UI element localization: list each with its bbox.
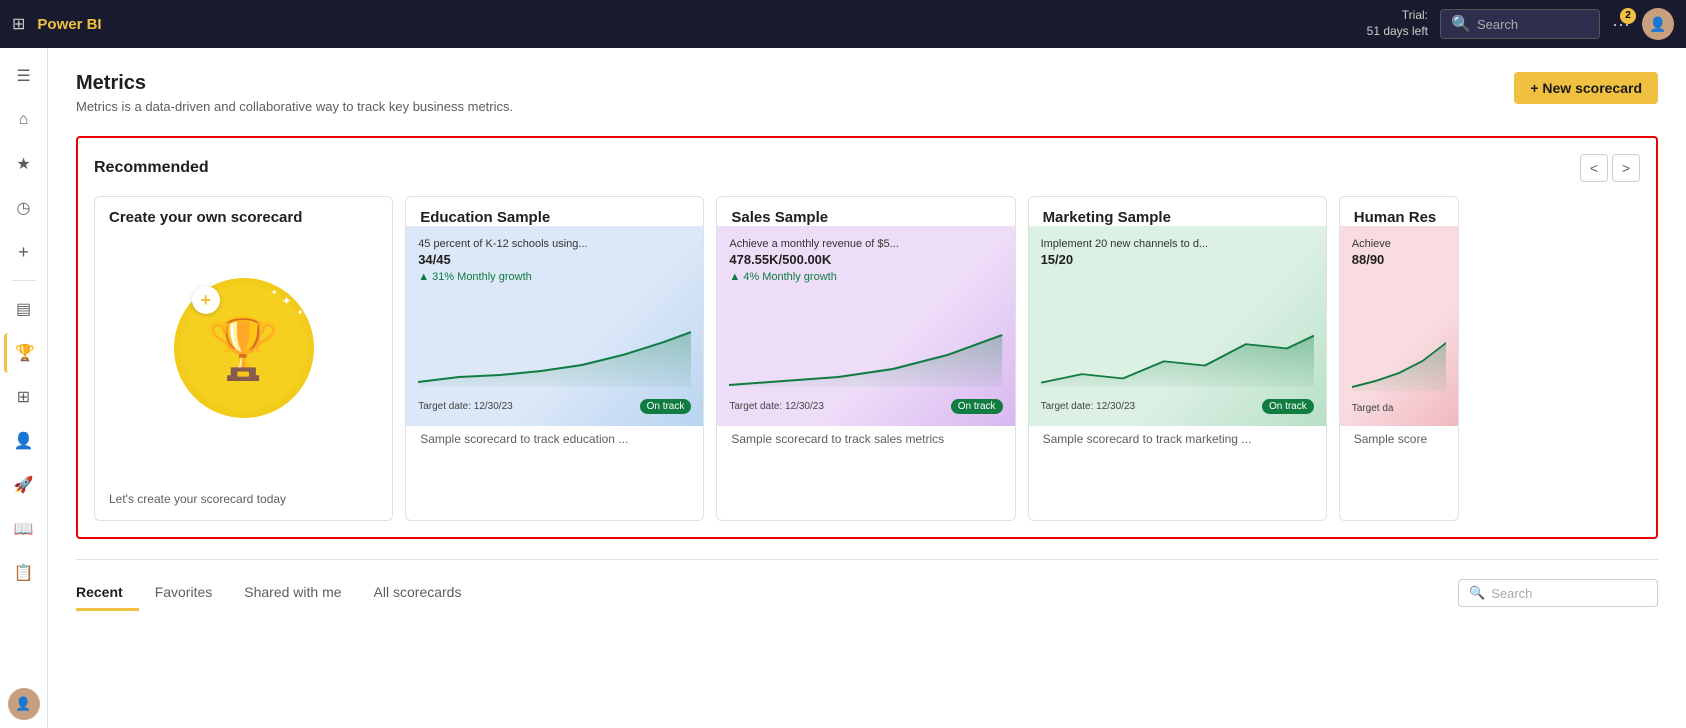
bottom-search-input[interactable] bbox=[1491, 586, 1647, 601]
topbar: ⊞ Power BI Trial: 51 days left 🔍 ··· 2 👤 bbox=[0, 0, 1686, 48]
hr-card-title: Human Res bbox=[1340, 197, 1458, 226]
hr-sample-card[interactable]: Human Res Achieve 88/90 bbox=[1339, 196, 1459, 521]
sales-card-footer: Target date: 12/30/23 On track bbox=[729, 399, 1002, 414]
education-metric-label: 45 percent of K-12 schools using... bbox=[418, 238, 691, 250]
tab-recent[interactable]: Recent bbox=[76, 576, 139, 611]
page-header: Metrics Metrics is a data-driven and col… bbox=[76, 72, 1658, 130]
marketing-metric-label: Implement 20 new channels to d... bbox=[1041, 238, 1314, 250]
education-metric-growth: ▲ 31% Monthly growth bbox=[418, 271, 691, 283]
tab-shared[interactable]: Shared with me bbox=[228, 576, 357, 611]
sidebar-item-favorites[interactable]: ★ bbox=[4, 144, 44, 184]
sparkle-icon-2: ✦ bbox=[297, 308, 304, 317]
sparkle-icon-1: ✦ bbox=[282, 294, 292, 308]
sidebar-item-metrics[interactable]: 🏆 bbox=[4, 333, 44, 373]
hr-metric-label: Achieve bbox=[1352, 238, 1446, 250]
sales-card-preview: Achieve a monthly revenue of $5... 478.5… bbox=[717, 226, 1014, 426]
create-card-desc: Let's create your scorecard today bbox=[95, 486, 392, 520]
page-subtitle: Metrics is a data-driven and collaborati… bbox=[76, 99, 513, 114]
main-content: Metrics Metrics is a data-driven and col… bbox=[48, 48, 1686, 728]
tabs-row: Recent Favorites Shared with me All scor… bbox=[76, 576, 477, 610]
marketing-card-title: Marketing Sample bbox=[1029, 197, 1326, 226]
sales-mini-chart bbox=[729, 291, 1002, 387]
sidebar: ☰ ⌂ ★ ◷ + ▤ 🏆 ⊞ 👤 🚀 📖 📋 👤 bbox=[0, 48, 48, 728]
education-card-desc: Sample scorecard to track education ... bbox=[406, 426, 703, 460]
education-sample-card[interactable]: Education Sample 45 percent of K-12 scho… bbox=[405, 196, 704, 521]
sales-sample-card[interactable]: Sales Sample Achieve a monthly revenue o… bbox=[716, 196, 1015, 521]
growth-arrow-icon: ▲ bbox=[418, 271, 429, 283]
recommended-section: Recommended < > Create your own scorecar… bbox=[76, 136, 1658, 539]
plus-badge: + bbox=[192, 286, 220, 314]
tab-all-scorecards[interactable]: All scorecards bbox=[358, 576, 478, 611]
sales-status-badge: On track bbox=[951, 399, 1003, 414]
trial-info: Trial: 51 days left bbox=[1367, 8, 1428, 39]
sparkle-icon-3: ✦ bbox=[271, 288, 278, 297]
tab-favorites[interactable]: Favorites bbox=[139, 576, 229, 611]
education-card-footer: Target date: 12/30/23 On track bbox=[418, 399, 691, 414]
create-card-title: Create your own scorecard bbox=[95, 197, 392, 226]
trophy-circle: + ✦ ✦ ✦ 🏆 bbox=[174, 278, 314, 418]
create-scorecard-card[interactable]: Create your own scorecard + ✦ ✦ ✦ 🏆 Let'… bbox=[94, 196, 393, 521]
education-metric-value: 34/45 bbox=[418, 252, 691, 267]
sidebar-item-home[interactable]: ⌂ bbox=[4, 100, 44, 140]
user-avatar[interactable]: 👤 bbox=[1642, 8, 1674, 40]
sidebar-item-reports[interactable]: 📋 bbox=[4, 553, 44, 593]
marketing-card-preview: Implement 20 new channels to d... 15/20 bbox=[1029, 226, 1326, 426]
hr-target-date: Target da bbox=[1352, 403, 1394, 414]
hr-metric-value: 88/90 bbox=[1352, 252, 1446, 267]
marketing-mini-chart bbox=[1041, 275, 1314, 387]
hr-card-desc: Sample score bbox=[1340, 426, 1458, 460]
marketing-card-footer: Target date: 12/30/23 On track bbox=[1041, 399, 1314, 414]
new-scorecard-button[interactable]: + New scorecard bbox=[1514, 72, 1658, 104]
sidebar-item-learn[interactable]: 📖 bbox=[4, 509, 44, 549]
education-card-title: Education Sample bbox=[406, 197, 703, 226]
trophy-icon: 🏆 bbox=[206, 313, 281, 384]
sidebar-item-data[interactable]: ▤ bbox=[4, 289, 44, 329]
marketing-status-badge: On track bbox=[1262, 399, 1314, 414]
hr-card-preview: Achieve 88/90 bbox=[1340, 226, 1458, 426]
marketing-card-desc: Sample scorecard to track marketing ... bbox=[1029, 426, 1326, 460]
next-arrow-button[interactable]: > bbox=[1612, 154, 1640, 182]
education-target-date: Target date: 12/30/23 bbox=[418, 401, 513, 412]
cards-row: Create your own scorecard + ✦ ✦ ✦ 🏆 Let'… bbox=[94, 196, 1640, 521]
sales-metric-value: 478.55K/500.00K bbox=[729, 252, 1002, 267]
hr-card-footer: Target da bbox=[1352, 403, 1446, 414]
nav-arrows: < > bbox=[1580, 154, 1640, 182]
prev-arrow-button[interactable]: < bbox=[1580, 154, 1608, 182]
grid-icon[interactable]: ⊞ bbox=[12, 14, 25, 34]
sidebar-divider bbox=[12, 280, 36, 281]
notification-badge: 2 bbox=[1620, 8, 1636, 24]
marketing-metric-value: 15/20 bbox=[1041, 252, 1314, 267]
education-card-preview: 45 percent of K-12 schools using... 34/4… bbox=[406, 226, 703, 426]
sidebar-item-menu[interactable]: ☰ bbox=[4, 56, 44, 96]
notifications-btn[interactable]: ··· 2 bbox=[1612, 14, 1630, 35]
bottom-search-icon: 🔍 bbox=[1469, 585, 1485, 601]
sales-card-title: Sales Sample bbox=[717, 197, 1014, 226]
page-title: Metrics bbox=[76, 72, 513, 95]
sidebar-item-workspaces[interactable]: ⊞ bbox=[4, 377, 44, 417]
sales-growth-arrow-icon: ▲ bbox=[729, 271, 740, 283]
bottom-search-box[interactable]: 🔍 bbox=[1458, 579, 1658, 607]
sidebar-user-avatar[interactable]: 👤 bbox=[8, 688, 40, 720]
sales-target-date: Target date: 12/30/23 bbox=[729, 401, 824, 412]
bottom-section: Recent Favorites Shared with me All scor… bbox=[76, 559, 1658, 610]
sales-card-desc: Sample scorecard to track sales metrics bbox=[717, 426, 1014, 460]
create-card-body: + ✦ ✦ ✦ 🏆 bbox=[95, 226, 392, 486]
sidebar-item-recent[interactable]: ◷ bbox=[4, 188, 44, 228]
hr-mini-chart bbox=[1352, 275, 1446, 391]
search-icon: 🔍 bbox=[1451, 14, 1471, 34]
sidebar-item-create[interactable]: + bbox=[4, 232, 44, 272]
sidebar-item-people[interactable]: 👤 bbox=[4, 421, 44, 461]
education-mini-chart bbox=[418, 291, 691, 387]
sales-metric-label: Achieve a monthly revenue of $5... bbox=[729, 238, 1002, 250]
marketing-target-date: Target date: 12/30/23 bbox=[1041, 401, 1136, 412]
recommended-header: Recommended < > bbox=[94, 154, 1640, 182]
marketing-sample-card[interactable]: Marketing Sample Implement 20 new channe… bbox=[1028, 196, 1327, 521]
app-logo: Power BI bbox=[37, 16, 101, 33]
sales-metric-growth: ▲ 4% Monthly growth bbox=[729, 271, 1002, 283]
recommended-title: Recommended bbox=[94, 159, 209, 177]
search-input[interactable] bbox=[1477, 17, 1589, 32]
education-status-badge: On track bbox=[640, 399, 692, 414]
sidebar-item-deploy[interactable]: 🚀 bbox=[4, 465, 44, 505]
global-search[interactable]: 🔍 bbox=[1440, 9, 1600, 39]
